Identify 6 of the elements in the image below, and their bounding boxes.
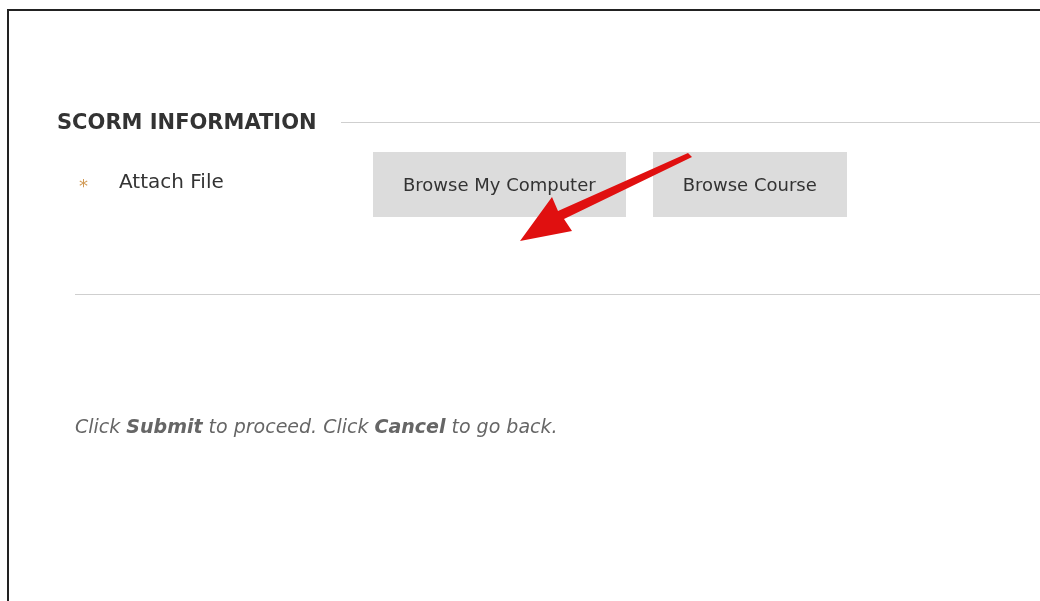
field-label: Attach File	[119, 167, 225, 195]
instruction-text: Click Submit to proceed. Click Cancel to go back.	[75, 414, 558, 437]
browse-button[interactable]: Browse Course	[652, 151, 847, 217]
section-title: SCORM INFORMATION	[57, 109, 317, 136]
required-mark: *	[79, 173, 89, 198]
browse-button[interactable]: Browse My Computer	[373, 151, 626, 217]
